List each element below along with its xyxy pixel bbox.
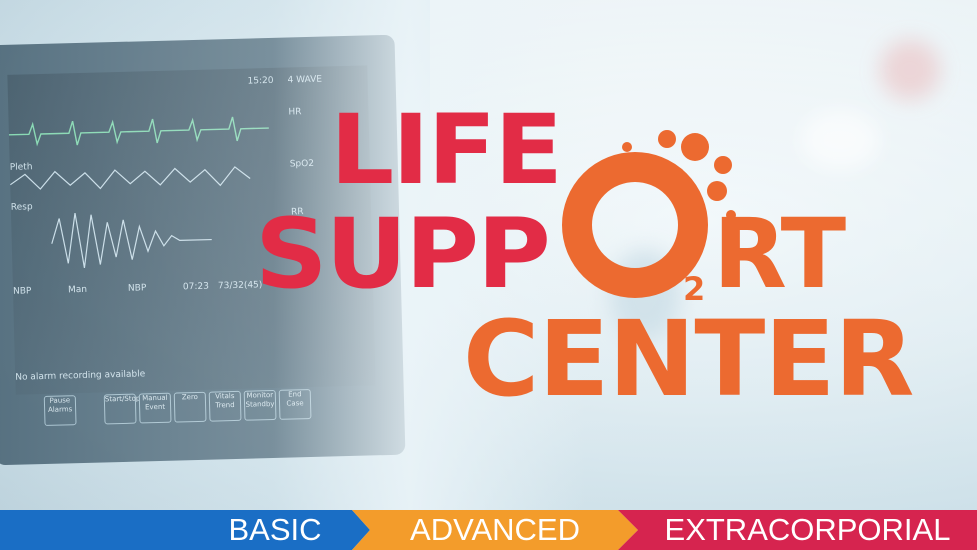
level-basic: BASIC	[0, 510, 370, 550]
bubble	[681, 133, 709, 161]
vitals-trend-button: Vitals Trend	[208, 390, 242, 422]
resp-label: Resp	[10, 202, 33, 213]
logo-word-rt: RT	[713, 198, 846, 310]
o2-ring	[562, 152, 708, 298]
monitor-time: 15:20	[247, 75, 274, 87]
pleth-label: Pleth	[9, 162, 33, 173]
start-stop-button: Start/Stop	[103, 393, 140, 425]
logo-word-supp: SUPP	[255, 198, 551, 310]
logo-word-center: CENTER	[463, 298, 914, 420]
level-extracorporial: EXTRACORPORIAL	[618, 510, 977, 550]
pause-alarms-button: Pause Alarms	[43, 395, 77, 426]
bubble	[674, 168, 684, 178]
nbp-time: 07:23	[182, 281, 210, 293]
level-advanced: ADVANCED	[352, 510, 638, 550]
bubble	[692, 206, 706, 220]
ecg-trace	[8, 116, 269, 147]
life-support-center-logo: LIFE SUPP RT 2 CENTER	[255, 90, 914, 430]
monitor-wave-label: 4 WAVE	[287, 74, 323, 86]
nbp-label: NBP	[12, 286, 32, 297]
man-label: Man	[67, 284, 88, 296]
bubble	[658, 130, 676, 148]
level-extracorporial-label: EXTRACORPORIAL	[664, 512, 951, 547]
pleth-trace	[9, 166, 251, 190]
resp-trace	[51, 213, 212, 269]
bubble	[640, 158, 654, 172]
manual-event-button: Manual Event	[138, 392, 172, 424]
zero-button: Zero	[173, 391, 207, 423]
level-advanced-label: ADVANCED	[410, 512, 580, 547]
level-basic-label: BASIC	[228, 512, 322, 547]
bubble	[622, 142, 632, 152]
bubble	[714, 156, 732, 174]
nbp-label-2: NBP	[127, 283, 147, 294]
level-bar: BASIC ADVANCED EXTRACORPORIAL	[0, 510, 977, 550]
logo-word-life: LIFE	[330, 94, 563, 206]
